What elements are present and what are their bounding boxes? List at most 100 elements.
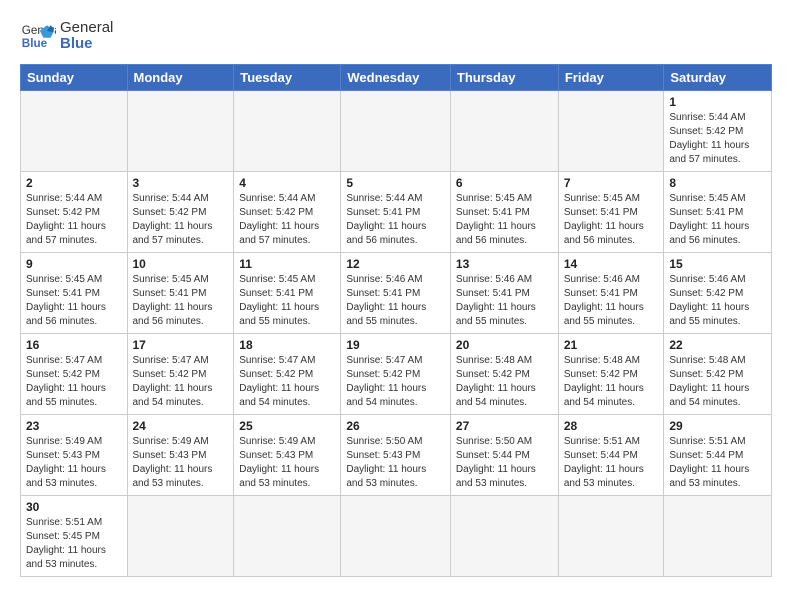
logo-text: General [60, 20, 113, 37]
calendar-cell [558, 496, 664, 577]
calendar-cell [127, 91, 234, 172]
day-number: 13 [456, 257, 553, 271]
calendar-cell: 30 Sunrise: 5:51 AMSunset: 5:45 PMDayligh… [21, 496, 128, 577]
calendar-cell: 2 Sunrise: 5:44 AMSunset: 5:42 PMDaylight… [21, 172, 128, 253]
day-info: Sunrise: 5:48 AMSunset: 5:42 PMDaylight:… [456, 354, 553, 410]
weekday-header-saturday: Saturday [664, 65, 772, 91]
day-number: 22 [669, 338, 766, 352]
calendar-cell: 12Sunrise: 5:46 AMSunset: 5:41 PMDayligh… [341, 253, 451, 334]
day-info: Sunrise: 5:49 AMSunset: 5:43 PMDaylight:… [239, 435, 335, 491]
calendar-cell: 20Sunrise: 5:48 AMSunset: 5:42 PMDayligh… [450, 334, 558, 415]
day-number: 15 [669, 257, 766, 271]
day-number: 23 [26, 419, 122, 433]
weekday-header-wednesday: Wednesday [341, 65, 451, 91]
day-number: 26 [346, 419, 445, 433]
week-row-2: 2 Sunrise: 5:44 AMSunset: 5:42 PMDaylight… [21, 172, 772, 253]
day-info: Sunrise: 5:44 AMSunset: 5:42 PMDaylight:… [669, 111, 766, 167]
calendar-cell: 10Sunrise: 5:45 AMSunset: 5:41 PMDayligh… [127, 253, 234, 334]
calendar-cell [450, 91, 558, 172]
day-number: 24 [133, 419, 229, 433]
logo-blue-text: Blue [60, 36, 113, 53]
day-info: Sunrise: 5:44 AMSunset: 5:42 PMDaylight:… [133, 192, 229, 248]
calendar-cell: 22 Sunrise: 5:48 AMSunset: 5:42 PMDayligh… [664, 334, 772, 415]
calendar-table: SundayMondayTuesdayWednesdayThursdayFrid… [20, 64, 772, 577]
day-info: Sunrise: 5:51 AMSunset: 5:44 PMDaylight:… [669, 435, 766, 491]
day-info: Sunrise: 5:49 AMSunset: 5:43 PMDaylight:… [133, 435, 229, 491]
calendar-cell: 4 Sunrise: 5:44 AMSunset: 5:42 PMDaylight… [234, 172, 341, 253]
day-number: 21 [564, 338, 659, 352]
day-info: Sunrise: 5:46 AMSunset: 5:41 PMDaylight:… [346, 273, 445, 329]
week-row-6: 30 Sunrise: 5:51 AMSunset: 5:45 PMDayligh… [21, 496, 772, 577]
day-number: 5 [346, 176, 445, 190]
day-info: Sunrise: 5:51 AMSunset: 5:44 PMDaylight:… [564, 435, 659, 491]
calendar-cell: 9Sunrise: 5:45 AMSunset: 5:41 PMDaylight… [21, 253, 128, 334]
calendar-cell: 21Sunrise: 5:48 AMSunset: 5:42 PMDayligh… [558, 334, 664, 415]
day-number: 25 [239, 419, 335, 433]
calendar-cell [450, 496, 558, 577]
day-info: Sunrise: 5:48 AMSunset: 5:42 PMDaylight:… [669, 354, 766, 410]
day-info: Sunrise: 5:44 AMSunset: 5:42 PMDaylight:… [239, 192, 335, 248]
calendar-cell [341, 496, 451, 577]
header: General Blue General Blue [20, 18, 772, 54]
day-number: 14 [564, 257, 659, 271]
day-number: 18 [239, 338, 335, 352]
day-number: 9 [26, 257, 122, 271]
calendar-cell: 23 Sunrise: 5:49 AMSunset: 5:43 PMDayligh… [21, 415, 128, 496]
calendar-cell: 11Sunrise: 5:45 AMSunset: 5:41 PMDayligh… [234, 253, 341, 334]
day-number: 16 [26, 338, 122, 352]
calendar-cell: 14 Sunrise: 5:46 AMSunset: 5:41 PMDayligh… [558, 253, 664, 334]
day-info: Sunrise: 5:46 AMSunset: 5:41 PMDaylight:… [564, 273, 659, 329]
calendar-cell: 24 Sunrise: 5:49 AMSunset: 5:43 PMDayligh… [127, 415, 234, 496]
day-info: Sunrise: 5:50 AMSunset: 5:43 PMDaylight:… [346, 435, 445, 491]
calendar-cell [664, 496, 772, 577]
calendar-cell [341, 91, 451, 172]
day-info: Sunrise: 5:47 AMSunset: 5:42 PMDaylight:… [26, 354, 122, 410]
day-info: Sunrise: 5:47 AMSunset: 5:42 PMDaylight:… [133, 354, 229, 410]
day-number: 1 [669, 95, 766, 109]
week-row-5: 23 Sunrise: 5:49 AMSunset: 5:43 PMDayligh… [21, 415, 772, 496]
calendar-cell: 3 Sunrise: 5:44 AMSunset: 5:42 PMDaylight… [127, 172, 234, 253]
page: General Blue General Blue SundayMondayTu… [0, 0, 792, 587]
calendar-cell: 8Sunrise: 5:45 AMSunset: 5:41 PMDaylight… [664, 172, 772, 253]
day-number: 19 [346, 338, 445, 352]
calendar-cell: 18 Sunrise: 5:47 AMSunset: 5:42 PMDayligh… [234, 334, 341, 415]
day-number: 6 [456, 176, 553, 190]
day-number: 11 [239, 257, 335, 271]
calendar-cell [558, 91, 664, 172]
calendar-cell: 13Sunrise: 5:46 AMSunset: 5:41 PMDayligh… [450, 253, 558, 334]
calendar-cell: 16 Sunrise: 5:47 AMSunset: 5:42 PMDayligh… [21, 334, 128, 415]
calendar-cell: 28Sunrise: 5:51 AMSunset: 5:44 PMDayligh… [558, 415, 664, 496]
week-row-1: 1 Sunrise: 5:44 AMSunset: 5:42 PMDaylight… [21, 91, 772, 172]
generalblue-logo-icon: General Blue [20, 18, 56, 54]
weekday-header-tuesday: Tuesday [234, 65, 341, 91]
calendar-cell: 19 Sunrise: 5:47 AMSunset: 5:42 PMDayligh… [341, 334, 451, 415]
day-number: 29 [669, 419, 766, 433]
day-number: 2 [26, 176, 122, 190]
day-info: Sunrise: 5:45 AMSunset: 5:41 PMDaylight:… [133, 273, 229, 329]
day-info: Sunrise: 5:45 AMSunset: 5:41 PMDaylight:… [564, 192, 659, 248]
day-number: 30 [26, 500, 122, 514]
day-info: Sunrise: 5:44 AMSunset: 5:42 PMDaylight:… [26, 192, 122, 248]
weekday-header-sunday: Sunday [21, 65, 128, 91]
day-number: 8 [669, 176, 766, 190]
day-number: 27 [456, 419, 553, 433]
weekday-header-thursday: Thursday [450, 65, 558, 91]
day-number: 3 [133, 176, 229, 190]
calendar-cell: 7Sunrise: 5:45 AMSunset: 5:41 PMDaylight… [558, 172, 664, 253]
week-row-4: 16 Sunrise: 5:47 AMSunset: 5:42 PMDayligh… [21, 334, 772, 415]
day-info: Sunrise: 5:51 AMSunset: 5:45 PMDaylight:… [26, 516, 122, 572]
day-info: Sunrise: 5:47 AMSunset: 5:42 PMDaylight:… [239, 354, 335, 410]
svg-text:Blue: Blue [22, 37, 48, 50]
weekday-header-row: SundayMondayTuesdayWednesdayThursdayFrid… [21, 65, 772, 91]
calendar-cell [21, 91, 128, 172]
calendar-cell: 17Sunrise: 5:47 AMSunset: 5:42 PMDayligh… [127, 334, 234, 415]
day-info: Sunrise: 5:44 AMSunset: 5:41 PMDaylight:… [346, 192, 445, 248]
calendar-cell: 29 Sunrise: 5:51 AMSunset: 5:44 PMDayligh… [664, 415, 772, 496]
day-info: Sunrise: 5:47 AMSunset: 5:42 PMDaylight:… [346, 354, 445, 410]
day-info: Sunrise: 5:49 AMSunset: 5:43 PMDaylight:… [26, 435, 122, 491]
weekday-header-friday: Friday [558, 65, 664, 91]
day-info: Sunrise: 5:50 AMSunset: 5:44 PMDaylight:… [456, 435, 553, 491]
day-number: 4 [239, 176, 335, 190]
calendar-cell: 5 Sunrise: 5:44 AMSunset: 5:41 PMDaylight… [341, 172, 451, 253]
calendar-cell: 15Sunrise: 5:46 AMSunset: 5:42 PMDayligh… [664, 253, 772, 334]
